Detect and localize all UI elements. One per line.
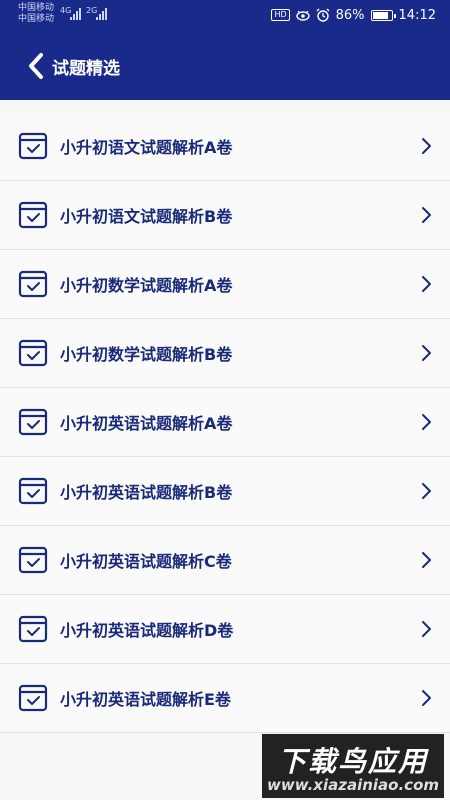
watermark-title: 下载鸟应用 <box>277 745 428 778</box>
exam-paper-icon <box>18 132 48 160</box>
signal-1-icon <box>70 8 81 20</box>
app-header: 中国移动 中国移动 4G 2G HD 86% 14:12 试题精选 <box>0 0 450 100</box>
list-item-label: 小升初英语试题解析A卷 <box>60 414 233 433</box>
alarm-icon <box>316 8 330 22</box>
watermark-url: www.xiazainiao.com <box>266 776 440 794</box>
watermark-logo: 下载鸟应用 www.xiazainiao.com <box>262 734 444 798</box>
list-item[interactable]: 小升初英语试题解析D卷 <box>0 595 450 664</box>
chevron-right-icon <box>416 136 436 156</box>
exam-paper-icon <box>18 684 48 712</box>
list-item[interactable]: 小升初语文试题解析A卷 <box>0 112 450 181</box>
list-item-label: 小升初英语试题解析E卷 <box>60 690 231 709</box>
chevron-right-icon <box>416 688 436 708</box>
eye-comfort-icon <box>295 10 310 21</box>
list-item[interactable]: 小升初英语试题解析B卷 <box>0 457 450 526</box>
list-item-label: 小升初英语试题解析D卷 <box>60 621 234 640</box>
list-item-label: 小升初英语试题解析B卷 <box>60 483 233 502</box>
list-item[interactable]: 小升初英语试题解析C卷 <box>0 526 450 595</box>
chevron-right-icon <box>416 343 436 363</box>
chevron-right-icon <box>416 274 436 294</box>
chevron-right-icon <box>416 412 436 432</box>
signal-2-icon <box>96 8 107 20</box>
page-title: 试题精选 <box>52 58 120 79</box>
battery-percent: 86% <box>335 7 365 23</box>
list-item[interactable]: 小升初数学试题解析B卷 <box>0 319 450 388</box>
nav-bar: 试题精选 <box>0 44 450 88</box>
chevron-right-icon <box>416 619 436 639</box>
list-item-label: 小升初英语试题解析C卷 <box>60 552 232 571</box>
carrier-2-label: 中国移动 <box>18 14 55 24</box>
exam-paper-icon <box>18 201 48 229</box>
exam-paper-icon <box>18 477 48 505</box>
hd-badge: HD <box>271 9 290 21</box>
list-item[interactable]: 小升初语文试题解析B卷 <box>0 181 450 250</box>
chevron-right-icon <box>416 481 436 501</box>
status-right: HD 86% 14:12 <box>271 6 436 24</box>
carrier-info: 中国移动 中国移动 <box>18 3 54 25</box>
exam-paper-icon <box>18 615 48 643</box>
list-item-label: 小升初语文试题解析A卷 <box>60 138 233 157</box>
list-item-label: 小升初数学试题解析A卷 <box>60 276 233 295</box>
back-arrow-icon <box>29 53 43 79</box>
carrier-1-label: 中国移动 <box>18 3 55 13</box>
list-item-label: 小升初数学试题解析B卷 <box>60 345 233 364</box>
chevron-right-icon <box>416 205 436 225</box>
list-item[interactable]: 小升初英语试题解析E卷 <box>0 664 450 733</box>
exam-paper-icon <box>18 339 48 367</box>
list-item-label: 小升初语文试题解析B卷 <box>60 207 233 226</box>
list-item[interactable]: 小升初数学试题解析A卷 <box>0 250 450 319</box>
exam-paper-icon <box>18 546 48 574</box>
list-item[interactable]: 小升初英语试题解析A卷 <box>0 388 450 457</box>
status-bar: 中国移动 中国移动 4G 2G HD 86% 14:12 <box>0 0 450 30</box>
chevron-right-icon <box>416 550 436 570</box>
exam-paper-icon <box>18 408 48 436</box>
battery-icon <box>370 9 396 21</box>
exam-paper-icon <box>18 270 48 298</box>
exam-list: 小升初语文试题解析A卷 小升初语文试题解析B卷 小升初数学试题解析A卷 小升初数学试题… <box>0 112 450 733</box>
clock-time: 14:12 <box>398 7 436 23</box>
